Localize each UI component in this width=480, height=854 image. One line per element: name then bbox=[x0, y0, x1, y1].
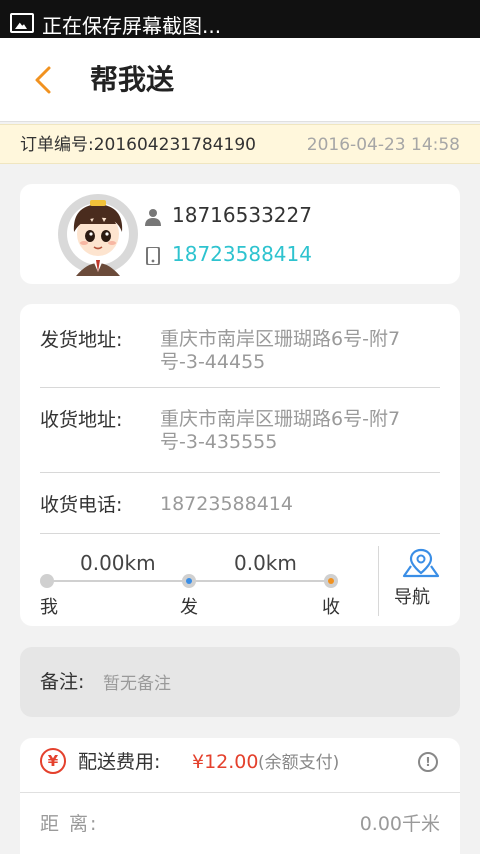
nav-bar: 帮我送 bbox=[0, 38, 480, 122]
divider bbox=[40, 387, 440, 388]
back-icon[interactable] bbox=[30, 64, 60, 96]
fee-payment-note: (余额支付) bbox=[258, 753, 340, 773]
route-point-sender bbox=[182, 574, 196, 588]
person-icon bbox=[144, 206, 162, 226]
route-point-me bbox=[40, 574, 54, 588]
map-pin-icon bbox=[402, 548, 440, 578]
note-label: 备注: bbox=[40, 671, 85, 693]
fee-label: 配送费用: bbox=[78, 751, 161, 773]
receiver-phone-label: 收货电话: bbox=[40, 494, 123, 516]
receiver-address-label: 收货地址: bbox=[40, 409, 123, 431]
note-value: 暂无备注 bbox=[103, 674, 171, 694]
route-label-receiver: 收 bbox=[322, 597, 340, 618]
distance-label: 距 离: bbox=[40, 813, 99, 835]
fee-card: ¥ 配送费用: ¥12.00 (余额支付) ! 距 离: 0.00千米 bbox=[20, 738, 460, 854]
fee-amount: ¥12.00 bbox=[192, 751, 259, 773]
page-title: 帮我送 bbox=[90, 63, 175, 96]
contact-phone-primary: 18716533227 bbox=[172, 203, 312, 227]
route-label-me: 我 bbox=[40, 597, 58, 618]
divider bbox=[40, 472, 440, 473]
order-info-bar: 订单编号:201604231784190 2016-04-23 14:58 bbox=[0, 124, 480, 164]
contact-phone-secondary[interactable]: 18723588414 bbox=[172, 241, 312, 267]
receiver-address-value: 重庆市南岸区珊瑚路6号-附7号-3-435555 bbox=[160, 408, 401, 453]
yuan-icon: ¥ bbox=[40, 748, 66, 774]
status-notification: 正在保存屏幕截图... bbox=[42, 14, 222, 38]
address-card: 发货地址: 重庆市南岸区珊瑚路6号-附7号-3-44455 收货地址: 重庆市南… bbox=[20, 304, 460, 626]
divider bbox=[20, 792, 460, 793]
receiver-phone-value[interactable]: 18723588414 bbox=[160, 493, 440, 516]
distance-value: 0.00千米 bbox=[359, 813, 440, 835]
divider bbox=[378, 546, 379, 616]
route-label-sender: 发 bbox=[180, 597, 198, 618]
sender-address-label: 发货地址: bbox=[40, 329, 123, 351]
navigate-button[interactable]: 导航 bbox=[380, 544, 460, 620]
order-number: 订单编号:201604231784190 bbox=[20, 135, 256, 155]
receiver-address-row: 收货地址: 重庆市南岸区珊瑚路6号-附7号-3-435555 bbox=[40, 408, 440, 458]
sender-address-row: 发货地址: 重庆市南岸区珊瑚路6号-附7号-3-44455 bbox=[40, 328, 440, 378]
mobile-phone-icon bbox=[144, 245, 162, 266]
note-card: 备注: 暂无备注 bbox=[20, 647, 460, 717]
status-bar: 正在保存屏幕截图... bbox=[0, 0, 480, 38]
sender-address-value: 重庆市南岸区珊瑚路6号-附7号-3-44455 bbox=[160, 328, 401, 373]
screenshot-icon bbox=[10, 13, 34, 33]
divider bbox=[40, 533, 440, 534]
distance-me-to-sender: 0.00km bbox=[80, 551, 156, 575]
info-icon[interactable]: ! bbox=[418, 752, 438, 772]
receiver-phone-row: 收货电话: 18723588414 bbox=[40, 493, 440, 519]
route-progress: 0.00km 0.0km 我 发 收 bbox=[40, 544, 380, 626]
distance-sender-to-receiver: 0.0km bbox=[234, 551, 297, 575]
contact-card: 18716533227 18723588414 bbox=[20, 184, 460, 284]
order-datetime: 2016-04-23 14:58 bbox=[306, 135, 460, 155]
navigate-label: 导航 bbox=[394, 587, 430, 608]
avatar bbox=[56, 192, 140, 276]
route-point-receiver bbox=[324, 574, 338, 588]
